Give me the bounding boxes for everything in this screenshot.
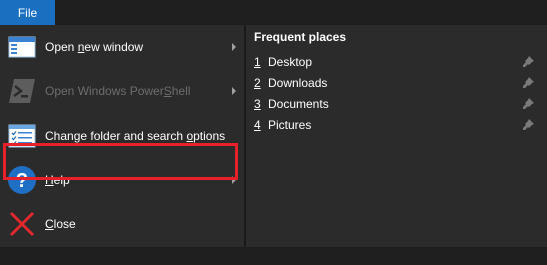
pin-icon[interactable] [522,98,534,110]
change-folder-options-label: Change folder and search options [45,129,226,143]
place-item-downloads[interactable]: 2 Downloads [254,73,544,93]
place-name: Pictures [268,118,312,132]
place-name: Documents [268,97,329,111]
place-number: 2 [254,76,261,90]
place-item-desktop[interactable]: 1 Desktop [254,52,544,72]
place-item-documents[interactable]: 3 Documents [254,94,544,114]
open-powershell-item: Open Windows PowerShell [0,69,244,113]
file-menu: Open new window Open Windows PowerShell [0,25,244,247]
open-powershell-label: Open Windows PowerShell [45,84,191,98]
highlight-box [3,143,238,180]
close-icon [7,209,37,239]
pin-icon[interactable] [522,119,534,131]
close-label: Close [45,217,76,231]
place-name: Desktop [268,55,313,69]
submenu-arrow-icon [232,87,236,95]
place-number: 1 [254,55,261,69]
open-new-window-label: Open new window [45,40,144,54]
place-number: 3 [254,97,261,111]
close-item[interactable]: Close [0,202,244,246]
place-item-pictures[interactable]: 4 Pictures [254,115,544,135]
submenu-arrow-icon [232,43,236,51]
pin-icon[interactable] [522,77,534,89]
place-number: 4 [254,118,261,132]
frequent-places-title: Frequent places [254,30,347,44]
window-icon [7,32,37,62]
frequent-places-panel: Frequent places 1 Desktop 2 Downloads 3 … [246,25,547,247]
ribbon-tab-bar: File [0,0,547,25]
open-new-window-item[interactable]: Open new window [0,25,244,69]
place-name: Downloads [268,76,328,90]
pin-icon[interactable] [522,56,534,68]
file-tab[interactable]: File [0,0,55,25]
bottom-strip [0,247,547,265]
powershell-icon [7,76,37,106]
